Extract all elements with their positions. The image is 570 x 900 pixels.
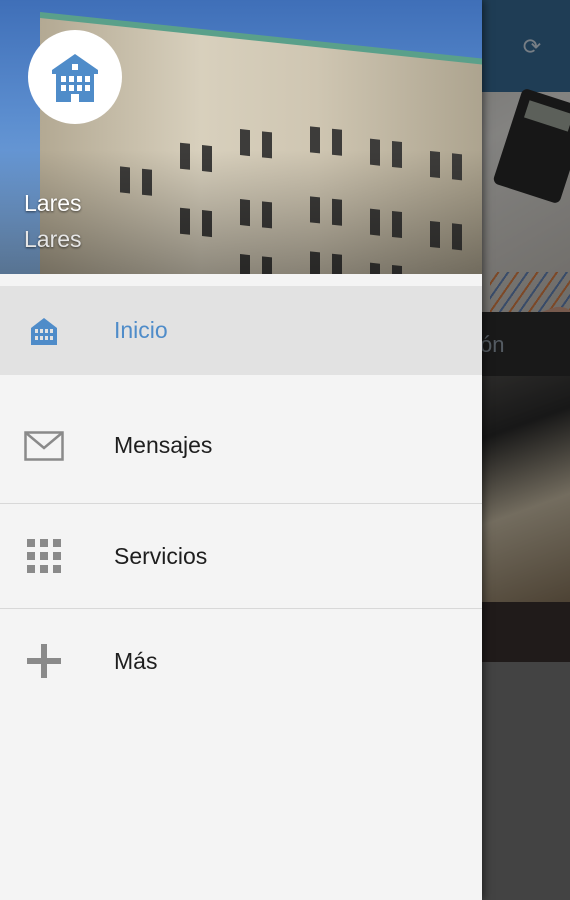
menu-item-label: Inicio [114,317,168,343]
account-name: Lares [24,190,82,216]
menu-item-mensajes[interactable]: Mensajes [0,375,482,504]
menu-item-label: Mensajes [114,432,213,458]
mail-icon [24,426,64,466]
account-subtitle: Lares [24,226,82,252]
drawer-header: Lares Lares [0,0,482,274]
menu-spacer [0,274,482,286]
menu-item-inicio[interactable]: Inicio [0,286,482,375]
navigation-drawer: Lares Lares Inicio Mensajes Servicios Má… [0,0,482,900]
menu-item-label: Servicios [114,542,208,569]
drawer-menu: Inicio Mensajes Servicios Más [0,274,482,713]
menu-item-label: Más [114,647,158,674]
menu-item-mas[interactable]: Más [0,609,482,713]
grid-icon [24,536,64,576]
plus-icon [24,641,64,681]
building-icon [24,311,64,351]
menu-item-servicios[interactable]: Servicios [0,504,482,609]
building-logo-icon[interactable] [28,30,122,124]
